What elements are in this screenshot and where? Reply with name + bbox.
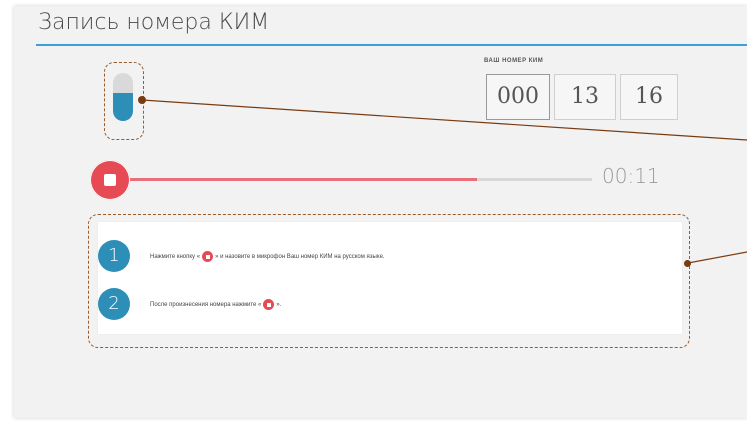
- step-text: После произнесения номера нажмите « ».: [150, 299, 281, 310]
- microphone-icon: [113, 73, 133, 121]
- step-text: Нажмите кнопку « » и назовите в микрофон …: [150, 251, 385, 262]
- kim-part-3: 16: [620, 74, 678, 120]
- kim-part-1: 000: [486, 74, 550, 120]
- step-text-after: ».: [276, 302, 282, 309]
- stop-icon: [104, 174, 116, 186]
- page-title: Запись номера КИМ: [38, 10, 270, 35]
- recording-progress-bar: [130, 178, 592, 181]
- microphone-level-fill: [113, 93, 133, 121]
- kim-part-2: 13: [554, 74, 616, 120]
- stop-icon: [263, 299, 275, 310]
- step-text-before: После произнесения номера нажмите «: [150, 302, 262, 309]
- step-text-before: Нажмите кнопку «: [150, 254, 201, 261]
- recording-progress-fill: [130, 178, 477, 181]
- callout-dot-instructions: [684, 260, 691, 267]
- step-text-after: » и назовите в микрофон Ваш номер КИМ на…: [215, 254, 385, 261]
- instructions-highlight: [88, 214, 690, 348]
- step-number-badge: 2: [98, 288, 130, 320]
- title-underline: [36, 44, 747, 46]
- stop-icon: [202, 251, 214, 262]
- callout-dot-microphone: [138, 96, 146, 104]
- recording-time: 00:11: [602, 164, 660, 188]
- kim-label: ВАШ НОМЕР КИМ: [484, 58, 544, 64]
- stop-button[interactable]: [90, 160, 130, 200]
- step-number-badge: 1: [98, 240, 130, 272]
